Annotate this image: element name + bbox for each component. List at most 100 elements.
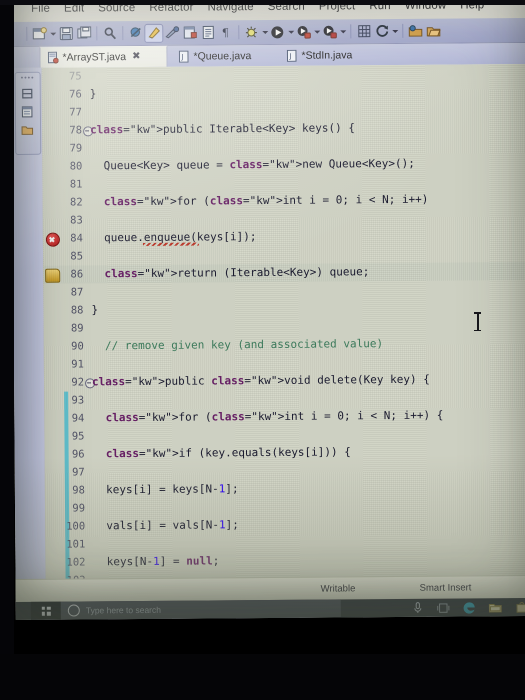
open-task-icon[interactable] (199, 24, 216, 41)
line-number: 101 (66, 538, 86, 551)
windows-taskbar: Type here to search (15, 597, 525, 620)
project-folder-icon[interactable] (21, 123, 35, 136)
line-number: 80 (69, 160, 83, 173)
debug-icon[interactable] (243, 24, 260, 41)
tab-label: *ArrayST.java (62, 51, 127, 64)
run-icon[interactable] (269, 23, 286, 40)
tab-queue-java[interactable]: J *Queue.java (171, 45, 275, 67)
toolbar-separator (238, 25, 240, 40)
skip-breakpoints-icon[interactable] (127, 24, 144, 41)
toolbar-separator (96, 26, 98, 41)
photographed-screen: File Edit Source Refactor Navigate Searc… (0, 0, 525, 700)
line-number: 99 (72, 502, 86, 515)
svg-text:J: J (288, 52, 291, 60)
tab-label: *Queue.java (193, 49, 252, 63)
toolbar-separator (402, 23, 404, 38)
save-icon[interactable] (57, 25, 74, 42)
search-placeholder: Type here to search (85, 604, 162, 616)
save-all-icon[interactable] (75, 25, 92, 42)
external-tools-icon[interactable] (295, 23, 312, 40)
mouse-cursor-ibeam (474, 312, 481, 331)
new-class-icon[interactable] (355, 23, 372, 40)
line-number: 86 (70, 268, 84, 281)
new-wizard-icon[interactable] (31, 25, 48, 42)
toolbar-separator (122, 26, 124, 41)
tab-label: *StdIn.java (301, 48, 353, 62)
cortana-icon (67, 604, 80, 617)
external-tools-dropdown-icon[interactable] (313, 23, 320, 40)
line-number: 96 (71, 448, 85, 461)
code-lines: 75 76} 77 78 class="kw">public Iterable<Key>… (42, 64, 525, 580)
line-number: 98 (72, 484, 85, 497)
line-text: keys[i] = keys[N-1]; (92, 482, 239, 497)
restore-view-icon[interactable] (21, 87, 35, 100)
coverage-dropdown-icon[interactable] (339, 23, 346, 40)
line-text: } (89, 87, 97, 101)
line-number: 88 (70, 304, 84, 317)
line-number: 90 (71, 340, 84, 353)
pilcrow-icon[interactable]: ¶ (217, 24, 234, 41)
run-dropdown-icon[interactable] (287, 23, 294, 40)
microsoft-store-icon[interactable] (515, 600, 525, 613)
start-button[interactable] (30, 601, 61, 620)
new-wizard-dropdown-icon[interactable] (49, 25, 56, 42)
line-text: keys[N-1] = null; (93, 554, 220, 569)
line-number: 81 (69, 178, 83, 191)
line-number: 84 (70, 232, 83, 245)
coverage-icon[interactable] (321, 23, 338, 40)
error-squiggle (142, 242, 199, 246)
toolbar-separator (26, 26, 28, 41)
tab-stdin-java[interactable]: J *StdIn.java (279, 44, 379, 66)
line-number: 89 (70, 322, 84, 335)
taskbar-icons (411, 598, 525, 617)
svg-text:¶: ¶ (221, 26, 228, 39)
line-text: class="kw">public Iterable<Key> keys() { (90, 121, 356, 137)
line-text: // remove given key (and associated valu… (91, 337, 384, 353)
tab-close-icon[interactable]: ✖ (132, 51, 140, 62)
eclipse-window: File Edit Source Refactor Navigate Searc… (11, 0, 525, 620)
toolbar-separator (350, 24, 352, 39)
line-number: 78 (69, 124, 83, 137)
toggle-mark-occurrences-icon[interactable] (163, 24, 180, 41)
new-java-project-icon[interactable] (181, 24, 198, 41)
svg-text:J: J (180, 53, 183, 61)
microphone-icon[interactable] (411, 601, 424, 614)
tab-arrayst-java[interactable]: *ArrayST.java ✖ (39, 45, 168, 68)
line-number: 87 (70, 286, 84, 299)
taskbar-search-box[interactable]: Type here to search (60, 599, 341, 620)
status-insert-mode: Smart Insert (419, 582, 472, 594)
code-editor[interactable]: 75 76} 77 78 class="kw">public Iterable<Key>… (41, 63, 525, 580)
highlight-marker-icon[interactable] (144, 23, 164, 43)
monitor-bezel-left (0, 0, 14, 700)
debug-dropdown-icon[interactable] (261, 23, 268, 40)
line-number: 91 (71, 358, 84, 371)
windows-logo-icon (41, 606, 51, 616)
line-number: 85 (70, 250, 84, 263)
search-icon[interactable] (101, 25, 118, 42)
refresh-dropdown-icon[interactable] (391, 22, 398, 39)
refresh-icon[interactable] (373, 23, 390, 40)
line-text: class="kw">return (Iterable<Key>) queue; (104, 265, 370, 281)
java-file-icon: J (286, 49, 297, 62)
edge-browser-icon[interactable] (463, 601, 476, 614)
open-resource-icon[interactable] (425, 22, 442, 39)
java-class-error-icon (47, 51, 59, 64)
line-text: vals[i] = vals[N-1]; (93, 518, 239, 533)
package-explorer-icon[interactable] (21, 105, 35, 118)
open-type-icon[interactable] (407, 22, 424, 39)
line-number: 76 (69, 88, 82, 101)
line-number: 97 (72, 466, 85, 479)
line-number: 95 (71, 430, 85, 443)
view-drag-handle[interactable]: •••• (21, 75, 35, 82)
monitor-bezel-bottom (0, 654, 525, 700)
line-text: class="kw">if (key.equals(keys[i])) { (105, 445, 351, 461)
line-number: 75 (68, 70, 82, 83)
file-explorer-icon[interactable] (488, 601, 502, 614)
java-file-icon: J (178, 50, 189, 63)
line-number: 79 (69, 142, 83, 155)
line-text: } (91, 303, 99, 317)
package-explorer-minimized[interactable]: •••• (14, 71, 42, 155)
line-number: 94 (71, 412, 85, 425)
task-view-icon[interactable] (437, 601, 450, 614)
line-number: 102 (66, 556, 86, 569)
